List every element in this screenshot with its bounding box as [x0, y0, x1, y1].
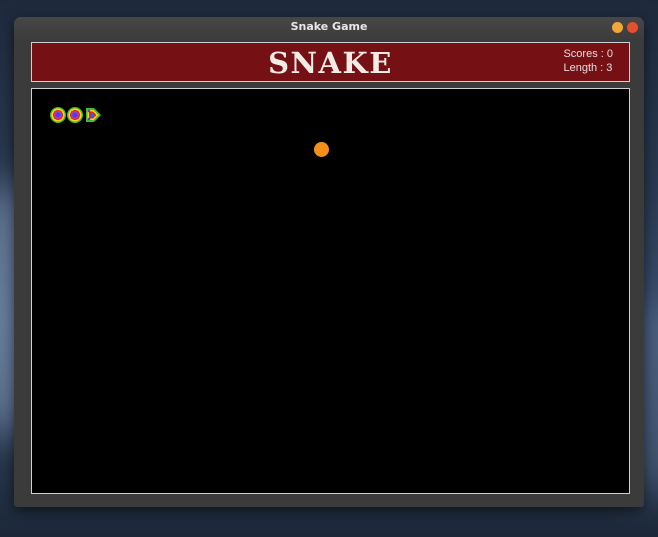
close-icon[interactable]: [627, 22, 638, 33]
food-pellet: [314, 142, 329, 157]
window-title: Snake Game: [290, 20, 368, 33]
game-header: SNAKE Scores : 0 Length : 3: [31, 42, 630, 82]
length-label: Length : 3: [563, 62, 613, 74]
snake-body-segment: [67, 107, 83, 123]
game-title: SNAKE: [268, 46, 393, 80]
title-bar[interactable]: Snake Game: [14, 17, 644, 39]
game-window: Snake Game SNAKE Scores : 0 Length : 3: [14, 17, 644, 507]
snake-head-icon: [86, 108, 101, 122]
game-board[interactable]: [31, 88, 630, 494]
stats-panel: Scores : 0 Length : 3: [563, 47, 613, 75]
scores-label: Scores : 0: [563, 48, 613, 60]
minimize-icon[interactable]: [612, 22, 623, 33]
snake-body-segment: [50, 107, 66, 123]
